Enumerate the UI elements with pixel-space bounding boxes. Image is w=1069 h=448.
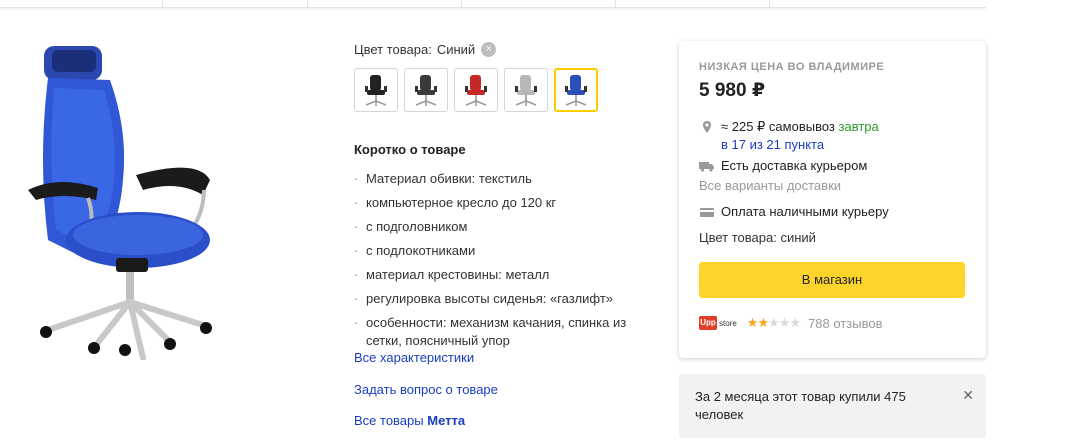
spec-list: · Материал обивки: текстиль · компьютерное… (354, 170, 654, 350)
color-label: Цвет товара: (354, 41, 432, 57)
location-pin-icon (703, 121, 711, 133)
tab-divider (615, 0, 616, 8)
color-swatches (354, 68, 654, 112)
offer-color: Цвет товара: синий (699, 230, 816, 245)
shop-logo[interactable]: Upp store (699, 316, 737, 330)
pickup-points-link[interactable]: в 17 из 21 пункта (721, 137, 824, 152)
color-swatch[interactable] (504, 68, 548, 112)
purchase-notice: За 2 месяца этот товар купили 475 челове… (679, 374, 986, 438)
spec-item: · с подголовником (354, 219, 468, 234)
spec-item: · регулировка высоты сиденья: «газлифт» (354, 291, 614, 306)
chair-thumbnail-icon (415, 75, 437, 106)
rating-star-icon: ★ (746, 315, 759, 330)
color-swatch[interactable] (554, 68, 598, 112)
color-selector-header: Цвет товара: Синий × (354, 40, 654, 58)
notice-text: За 2 месяца этот товар купили 475 челове… (695, 389, 906, 422)
rating-star-icon: ★ (768, 315, 780, 330)
clear-color-icon[interactable]: × (481, 41, 497, 57)
top-tabs-bar (0, 0, 986, 8)
spec-item: · Материал обивки: текстиль (354, 171, 532, 186)
chair-thumbnail-icon (465, 75, 487, 106)
rating-star-icon: ★ (789, 315, 801, 330)
card-icon (700, 208, 714, 217)
payment-info: Оплата наличными курьеру (699, 203, 966, 221)
product-details: Цвет товара: Синий × Коротко о товаре · М… (354, 40, 654, 428)
spec-item: · особенности: механизм качания, спинка и… (354, 315, 627, 348)
spec-item: · компьютерное кресло до 120 кг (354, 195, 557, 210)
reviews-link[interactable]: 788 отзывов (808, 316, 882, 331)
tab-divider (461, 0, 462, 8)
spec-item: · с подлокотниками (354, 243, 476, 258)
rating-star-icon: ★ (778, 315, 791, 330)
courier-text: Есть доставка курьером (721, 158, 868, 173)
color-swatch[interactable] (454, 68, 498, 112)
rating-stars: ★★★★★ (746, 315, 801, 331)
all-specs-link[interactable]: Все характеристики (354, 350, 654, 365)
short-description-title: Коротко о товаре (354, 142, 466, 157)
courier-delivery: Есть доставка курьером (699, 157, 966, 175)
pickup-info: ≈ 225 ₽ самовывоз завтра в 17 из 21 пунк… (699, 118, 966, 154)
pickup-text: ≈ 225 ₽ самовывоз (721, 119, 835, 134)
go-to-shop-button[interactable]: В магазин (699, 262, 965, 298)
rating-star-icon: ★ (757, 315, 769, 330)
spec-item: · материал крестовины: металл (354, 267, 550, 282)
truck-icon (699, 162, 714, 172)
all-delivery-options-link[interactable]: Все варианты доставки (699, 178, 966, 193)
pickup-when: завтра (838, 119, 879, 134)
low-price-label: НИЗКАЯ ЦЕНА ВО ВЛАДИМИРЕ (699, 61, 885, 73)
color-swatch[interactable] (354, 68, 398, 112)
chair-thumbnail-icon (365, 75, 387, 106)
color-value: Синий (436, 41, 476, 57)
offer-card: НИЗКАЯ ЦЕНА ВО ВЛАДИМИРЕ 5 980 ₽ ≈ 225 ₽… (679, 41, 986, 358)
all-brand-goods-link[interactable]: Все товары Метта (354, 413, 654, 428)
product-image[interactable] (18, 40, 218, 360)
chair-thumbnail-icon (515, 75, 537, 106)
brand-name: Метта (427, 413, 466, 428)
tab-divider (307, 0, 308, 8)
tab-divider (769, 0, 770, 8)
close-icon[interactable]: ✕ (962, 386, 974, 404)
chair-thumbnail-icon (565, 75, 587, 106)
shop-logo-text: store (719, 318, 737, 328)
shop-logo-mark: Upp (699, 316, 717, 330)
shop-info: Upp store ★★★★★ 788 отзывов (699, 315, 966, 331)
color-swatch[interactable] (404, 68, 448, 112)
all-goods-prefix: Все товары (354, 413, 424, 428)
price: 5 980 ₽ (699, 80, 766, 101)
ask-question-link[interactable]: Задать вопрос о товаре (354, 382, 654, 397)
tab-divider (162, 0, 163, 8)
payment-text: Оплата наличными курьеру (721, 204, 889, 219)
